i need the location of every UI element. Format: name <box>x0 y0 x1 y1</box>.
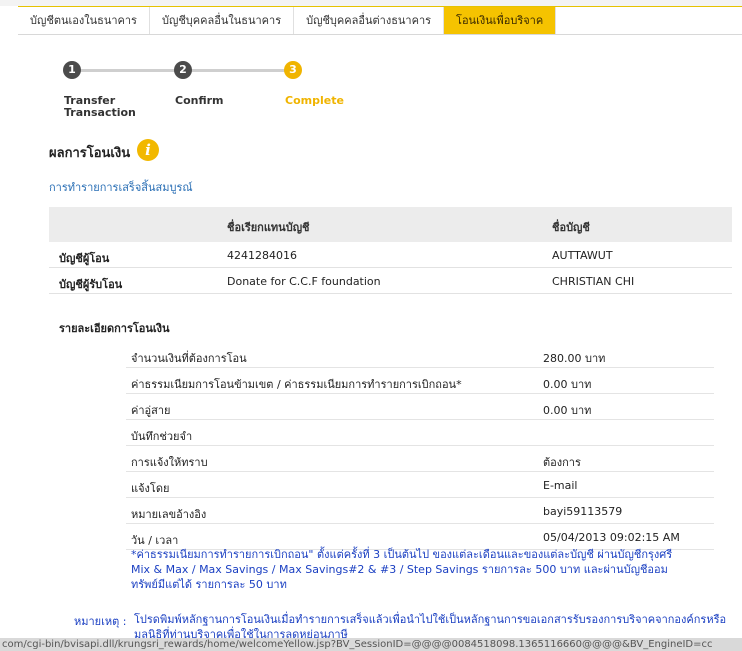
step-1-label: Transfer Transaction <box>64 95 136 119</box>
detail-row-notify: การแจ้งให้ทราบ ต้องการ <box>126 447 714 472</box>
detail-value: 280.00 บาท <box>543 352 606 365</box>
step-connector-1 <box>72 69 182 72</box>
step-3-circle: 3 <box>284 61 302 79</box>
table-row: บัญชีผู้โอน 4241284016 AUTTAWUT <box>49 242 732 268</box>
tab-donation-transfer[interactable]: โอนเงินเพื่อบริจาค <box>444 7 557 34</box>
sender-nickname: 4241284016 <box>227 249 297 262</box>
detail-key: หมายเลขอ้างอิง <box>131 508 207 521</box>
detail-row-notify-by: แจ้งโดย E-mail <box>126 473 714 498</box>
detail-key: แจ้งโดย <box>131 482 170 495</box>
fee-key-text: ค่าธรรมเนียมการโอนข้ามเขต / ค่าธรรมเนียม… <box>131 378 457 391</box>
tab-other-same-bank[interactable]: บัญชีบุคคลอื่นในธนาคาร <box>150 7 295 34</box>
detail-value: 0.00 บาท <box>543 404 592 417</box>
sender-name: AUTTAWUT <box>552 249 613 262</box>
detail-value: E-mail <box>543 479 578 492</box>
step-1-label-line2: Transaction <box>64 106 136 119</box>
detail-value: bayi59113579 <box>543 505 623 518</box>
detail-key: จำนวนเงินที่ต้องการโอน <box>131 352 247 365</box>
progress-stepper: 1 2 3 Transfer Transaction Confirm Compl… <box>63 58 363 128</box>
detail-value: 05/04/2013 09:02:15 AM <box>543 531 680 544</box>
col-header-nickname: ชื่อเรียกแทนบัญชี <box>227 221 310 234</box>
step-3-label: Complete <box>285 94 344 107</box>
step-2-circle: 2 <box>174 61 192 79</box>
fee-asterisk: * <box>456 378 462 391</box>
recipient-name: CHRISTIAN CHI <box>552 275 635 288</box>
detail-value: 0.00 บาท <box>543 378 592 391</box>
account-table-header: ชื่อเรียกแทนบัญชี ชื่อบัญชี <box>49 207 732 242</box>
detail-row-amount: จำนวนเงินที่ต้องการโอน 280.00 บาท <box>126 343 714 368</box>
col-header-account-name: ชื่อบัญชี <box>552 221 590 234</box>
detail-value: ต้องการ <box>543 456 581 469</box>
step-1-circle: 1 <box>63 61 81 79</box>
result-title: ผลการโอนเงิน <box>49 146 131 161</box>
fee-footnote: *ค่าธรรมเนียมการทำรายการเบิกถอน" ตั้งแต่… <box>131 548 673 591</box>
table-row: บัญชีผู้รับโอน Donate for C.C.F foundati… <box>49 268 732 294</box>
transfer-tabs: บัญชีตนเองในธนาคาร บัญชีบุคคลอื่นในธนาคา… <box>18 7 742 35</box>
remark-label: หมายเหตุ : <box>74 615 127 628</box>
transfer-details-title: รายละเอียดการโอนเงิน <box>59 322 170 335</box>
step-connector-2 <box>183 69 293 72</box>
completion-message: การทำรายการเสร็จสิ้นสมบูรณ์ <box>49 181 193 194</box>
account-table: ชื่อเรียกแทนบัญชี ชื่อบัญชี บัญชีผู้โอน … <box>49 207 732 294</box>
browser-status-bar: com/cgi-bin/bvisapi.dll/krungsri_rewards… <box>0 638 742 651</box>
detail-key: บันทึกช่วยจำ <box>131 430 193 443</box>
detail-row-line-fee: ค่าอู่สาย 0.00 บาท <box>126 395 714 420</box>
detail-row-reference: หมายเลขอ้างอิง bayi59113579 <box>126 499 714 524</box>
detail-key: การแจ้งให้ทราบ <box>131 456 208 469</box>
detail-key: ค่าธรรมเนียมการโอนข้ามเขต / ค่าธรรมเนียม… <box>131 375 462 393</box>
info-icon: i <box>137 139 159 161</box>
detail-key: ค่าอู่สาย <box>131 404 171 417</box>
tab-other-bank[interactable]: บัญชีบุคคลอื่นต่างธนาคาร <box>294 7 445 34</box>
detail-row-fee: ค่าธรรมเนียมการโอนข้ามเขต / ค่าธรรมเนียม… <box>126 369 714 394</box>
transfer-details-table: จำนวนเงินที่ต้องการโอน 280.00 บาท ค่าธรร… <box>126 343 714 551</box>
row-label-recipient: บัญชีผู้รับโอน <box>59 278 123 291</box>
tab-own-account[interactable]: บัญชีตนเองในธนาคาร <box>18 7 150 34</box>
step-2-label: Confirm <box>175 94 224 107</box>
row-label-sender: บัญชีผู้โอน <box>59 252 110 265</box>
recipient-nickname: Donate for C.C.F foundation <box>227 275 381 288</box>
detail-row-memo: บันทึกช่วยจำ <box>126 421 714 446</box>
